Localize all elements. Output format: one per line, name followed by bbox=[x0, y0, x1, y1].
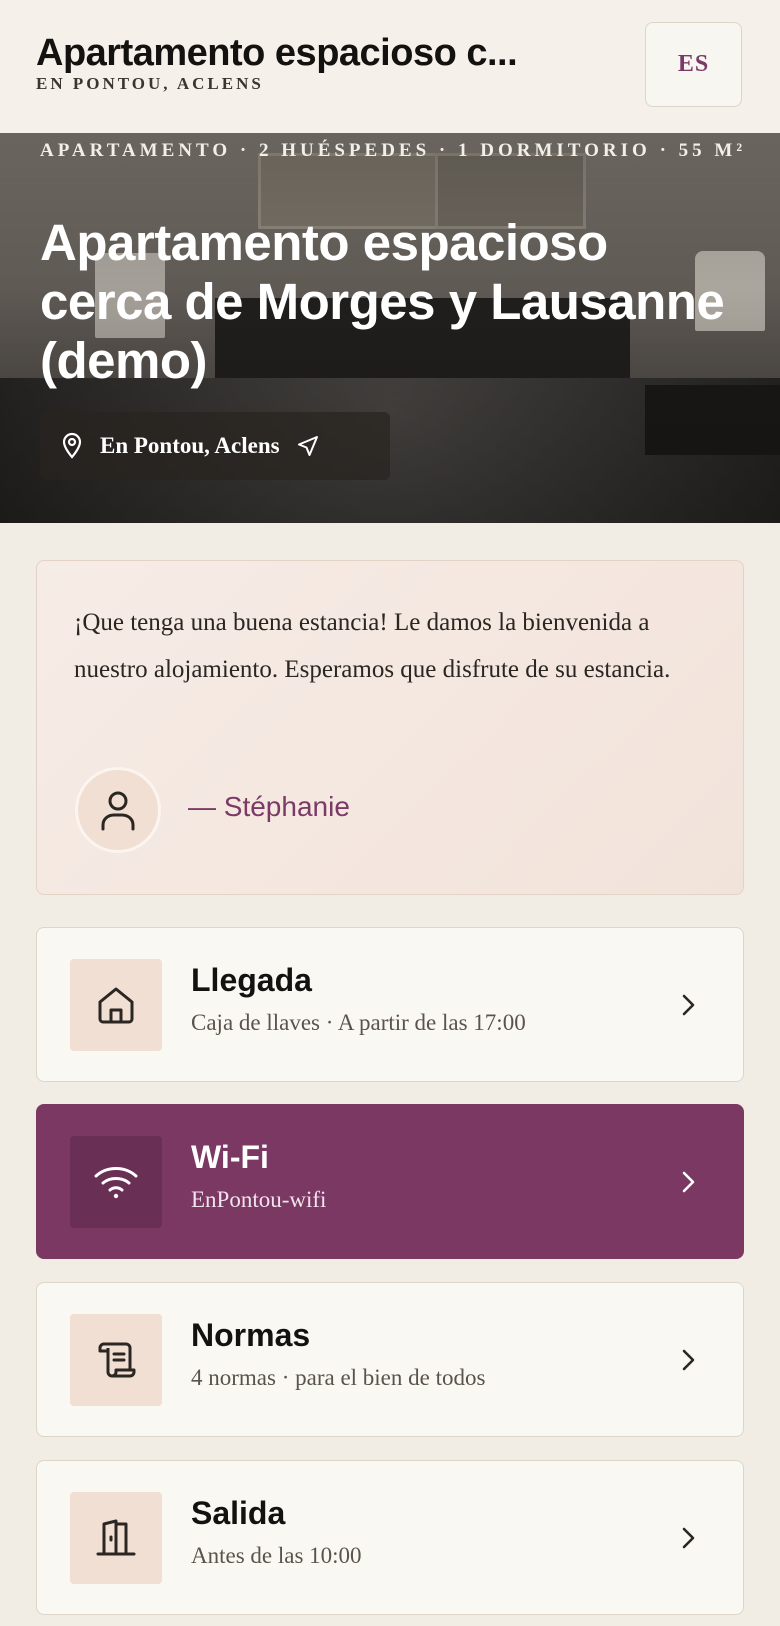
section-subtitle: Caja de llaves · A partir de las 17:00 bbox=[191, 1010, 526, 1035]
home-icon bbox=[98, 987, 134, 1024]
hero-banner: APARTAMENTO · 2 HUÉSPEDES · 1 DORMITORIO… bbox=[0, 133, 780, 523]
wifi-icon bbox=[94, 1167, 138, 1199]
icon-tile bbox=[70, 1492, 162, 1584]
section-wifi[interactable]: Wi-Fi EnPontou-wifi bbox=[36, 1104, 744, 1259]
section-rules[interactable]: Normas 4 normas · para el bien de todos bbox=[36, 1282, 744, 1437]
section-title: Wi-Fi bbox=[191, 1139, 269, 1175]
page-subtitle: EN PONTOU, ACLENS bbox=[36, 74, 264, 93]
top-bar: Apartamento espacioso c... EN PONTOU, AC… bbox=[0, 0, 780, 133]
section-title: Normas bbox=[191, 1317, 311, 1353]
map-pin-icon bbox=[62, 432, 82, 459]
section-title: Salida bbox=[191, 1495, 286, 1531]
chevron-right-icon bbox=[682, 1349, 695, 1371]
host-signature: — Stéphanie bbox=[188, 791, 350, 822]
chevron-right-icon bbox=[682, 1171, 695, 1193]
host-avatar bbox=[75, 767, 161, 853]
icon-tile bbox=[70, 1136, 162, 1228]
location-button[interactable]: En Pontou, Aclens bbox=[40, 412, 390, 480]
navigation-arrow-icon bbox=[297, 436, 318, 456]
scroll-icon bbox=[98, 1342, 136, 1378]
section-subtitle: EnPontou-wifi bbox=[191, 1187, 327, 1212]
section-subtitle: 4 normas · para el bien de todos bbox=[191, 1365, 486, 1390]
icon-tile bbox=[70, 959, 162, 1051]
section-checkout[interactable]: Salida Antes de las 10:00 bbox=[36, 1460, 744, 1615]
welcome-message: ¡Que tenga una buena estancia! Le damos … bbox=[74, 609, 671, 683]
language-button[interactable]: ES bbox=[645, 22, 742, 107]
chevron-right-icon bbox=[682, 1527, 695, 1549]
location-label: En Pontou, Aclens bbox=[100, 433, 280, 458]
chevron-right-icon bbox=[682, 994, 695, 1016]
door-icon bbox=[96, 1519, 136, 1556]
section-arrival[interactable]: Llegada Caja de llaves · A partir de las… bbox=[36, 927, 744, 1082]
welcome-card: ¡Que tenga una buena estancia! Le damos … bbox=[36, 560, 744, 895]
icon-tile bbox=[70, 1314, 162, 1406]
listing-meta: APARTAMENTO · 2 HUÉSPEDES · 1 DORMITORIO… bbox=[40, 140, 747, 161]
user-icon bbox=[101, 791, 135, 831]
listing-title: Apartamento espacioso cerca de Morges y … bbox=[40, 214, 725, 389]
section-title: Llegada bbox=[191, 962, 312, 998]
section-subtitle: Antes de las 10:00 bbox=[191, 1543, 362, 1568]
page-title: Apartamento espacioso c... bbox=[36, 32, 518, 74]
